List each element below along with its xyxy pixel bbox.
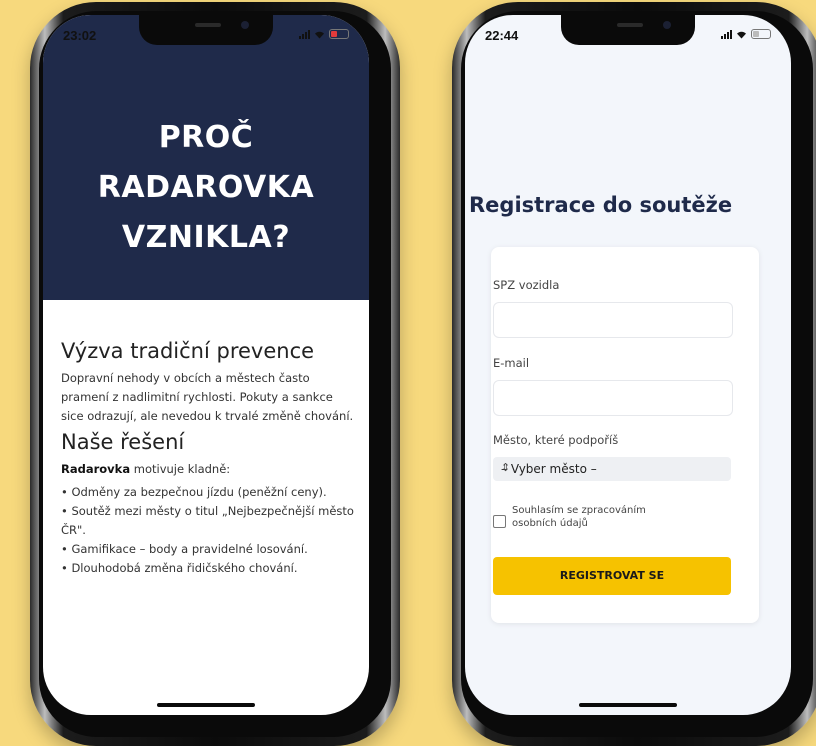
home-indicator — [157, 703, 255, 707]
list-item: Odměny za bezpečnou jízdu (peněžní ceny)… — [61, 483, 359, 502]
page-title: Registrace do soutěže — [469, 193, 733, 217]
email-field[interactable] — [493, 380, 733, 416]
city-select[interactable]: – Vyber město – ⇕ — [493, 457, 731, 481]
wifi-icon — [737, 31, 746, 39]
phone-screen-right: 22:44 Registrace do soutěže SPZ vozidla … — [465, 15, 791, 715]
list-item: Gamifikace – body a pravidelné losování. — [61, 540, 359, 559]
solution-intro: Radarovka motivuje kladně: — [61, 460, 359, 479]
section-title-challenge: Výzva tradiční prevence — [61, 339, 315, 363]
main-content: Výzva tradiční prevence Dopravní nehody … — [61, 337, 359, 578]
solution-intro-text: motivuje kladně: — [130, 462, 231, 476]
hero-section: PROČ RADAROVKA VZNIKLA? — [43, 15, 369, 300]
signal-icon — [721, 29, 732, 39]
consent-label: Souhlasím se zpracováním osobních údajů — [512, 505, 646, 529]
chevron-updown-icon: ⇕ — [501, 461, 511, 474]
register-button[interactable]: REGISTROVAT SE — [493, 557, 731, 595]
battery-icon — [329, 29, 349, 39]
benefits-list: Odměny za bezpečnou jízdu (peněžní ceny)… — [61, 483, 359, 578]
notch — [139, 15, 273, 45]
phone-mockup-right: 22:44 Registrace do soutěže SPZ vozidla … — [452, 2, 816, 746]
section-title-solution: Naše řešení — [61, 430, 185, 454]
list-item: Dlouhodobá změna řidičského chování. — [61, 559, 359, 578]
consent-checkbox[interactable] — [493, 515, 506, 528]
spz-field[interactable] — [493, 302, 733, 338]
notch — [561, 15, 695, 45]
email-label: E-mail — [493, 356, 530, 370]
city-label: Město, které podpoříš — [493, 433, 619, 447]
status-time: 23:02 — [63, 28, 97, 43]
phone-mockup-left: PROČ RADAROVKA VZNIKLA? 23:02 Výzva trad… — [30, 2, 400, 746]
signal-icon — [299, 29, 310, 39]
status-time: 22:44 — [485, 28, 519, 43]
home-indicator — [579, 703, 677, 707]
camera-icon — [241, 21, 249, 29]
brand-name: Radarovka — [61, 462, 131, 476]
wifi-icon — [315, 31, 324, 39]
battery-icon — [751, 29, 771, 39]
section-text-challenge: Dopravní nehody v obcích a městech často… — [61, 371, 354, 423]
spz-label: SPZ vozidla — [493, 278, 560, 292]
list-item: Soutěž mezi městy o titul „Nejbezpečnějš… — [61, 502, 359, 540]
camera-icon — [663, 21, 671, 29]
hero-title: PROČ RADAROVKA VZNIKLA? — [97, 120, 315, 255]
phone-screen-left: PROČ RADAROVKA VZNIKLA? 23:02 Výzva trad… — [43, 15, 369, 715]
